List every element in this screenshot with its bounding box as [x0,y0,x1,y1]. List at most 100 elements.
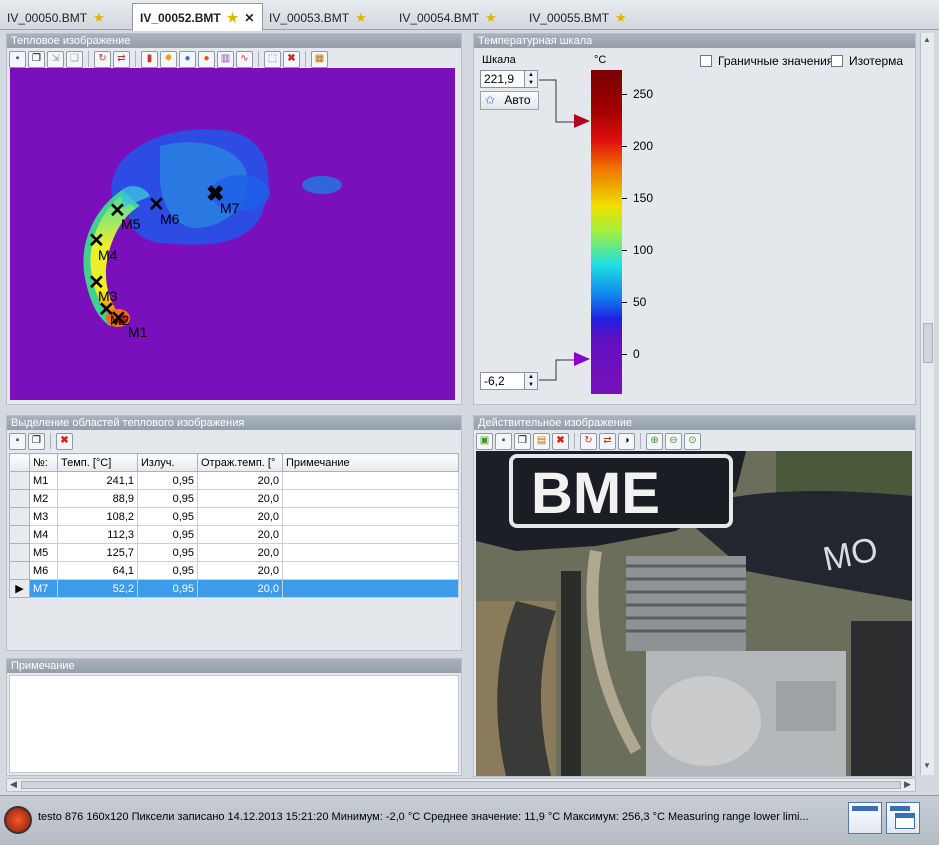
save-icon[interactable]: ▪ [9,50,26,68]
cell-temp[interactable]: 88,9 [57,489,138,508]
cell-temp[interactable]: 52,2 [57,579,138,598]
vertical-scrollbar[interactable]: ▲ ▼ [920,33,934,775]
tab-iv-00052[interactable]: IV_00052.BMT ★ ✕ [132,3,264,31]
scale-min-input[interactable]: -6,2 ▲ ▼ [480,372,538,390]
delete-icon[interactable]: ✖ [283,50,300,68]
cell-emissivity[interactable]: 0,95 [137,471,198,490]
cell-id[interactable]: M2 [29,489,58,508]
col-header-temp[interactable]: Темп. [°C] [57,453,138,472]
delete-icon[interactable]: ✖ [552,432,569,450]
flip-icon[interactable]: ⇄ [599,432,616,450]
table-row[interactable]: M3 108,2 0,95 20,0 [9,507,459,526]
isotherm-checkbox[interactable]: Изотерма [831,54,903,68]
cell-reflected-temp[interactable]: 20,0 [197,471,283,490]
cell-note[interactable] [282,489,459,508]
min-marker-handle[interactable] [574,352,590,366]
real-photo[interactable]: MO BME [476,451,912,776]
cell-temp[interactable]: 64,1 [57,561,138,580]
tab-iv-00053[interactable]: IV_00053.BMT ★ [262,4,375,30]
row-header[interactable] [9,489,30,508]
scroll-up-icon[interactable]: ▲ [923,35,931,44]
cell-reflected-temp[interactable]: 20,0 [197,543,283,562]
rotate-icon[interactable]: ↻ [580,432,597,450]
save-icon[interactable]: ▪ [9,432,26,450]
histogram-icon[interactable]: ▥ [217,50,234,68]
cell-id[interactable]: M6 [29,561,58,580]
contrast-icon[interactable]: ◑ [618,432,635,450]
cell-note[interactable] [282,579,459,598]
cell-note[interactable] [282,525,459,544]
cell-temp[interactable]: 112,3 [57,525,138,544]
favorite-star-icon[interactable]: ★ [93,10,105,25]
cell-emissivity[interactable]: 0,95 [137,507,198,526]
cell-id[interactable]: M1 [29,471,58,490]
current-row-arrow-icon[interactable]: ▶ [9,579,30,598]
table-row[interactable]: M1 241,1 0,95 20,0 [9,471,459,490]
zoom-in-icon[interactable]: ⊕ [646,432,663,450]
table-row[interactable]: M5 125,7 0,95 20,0 [9,543,459,562]
favorite-star-icon[interactable]: ★ [615,10,627,25]
tab-iv-00054[interactable]: IV_00054.BMT ★ [392,4,505,30]
cell-id[interactable]: M5 [29,543,58,562]
tab-iv-00055[interactable]: IV_00055.BMT ★ [522,4,635,30]
cell-temp[interactable]: 241,1 [57,471,138,490]
export-icon[interactable]: ⇲ [47,50,64,68]
favorite-star-icon[interactable]: ★ [227,10,239,25]
zoom-out-icon[interactable]: ⊖ [665,432,682,450]
cell-reflected-temp[interactable]: 20,0 [197,561,283,580]
cell-id[interactable]: M7 [29,579,58,598]
copy-icon[interactable]: ❐ [28,432,45,450]
grid-icon[interactable]: ▦ [311,50,328,68]
cell-id[interactable]: M4 [29,525,58,544]
scroll-right-icon[interactable]: ▶ [904,779,911,790]
duplicate-icon[interactable]: ❏ [66,50,83,68]
table-row-selected[interactable]: ▶ M7 52,2 0,95 20,0 [9,579,459,598]
select-area-icon[interactable]: ⬚ [264,50,281,68]
window-layout-single-icon[interactable] [848,802,882,834]
cell-note[interactable] [282,507,459,526]
row-header[interactable] [9,543,30,562]
table-row[interactable]: M6 64,1 0,95 20,0 [9,561,459,580]
checkbox-icon[interactable] [700,55,712,67]
zoom-fit-icon[interactable]: ⊙ [684,432,701,450]
window-layout-cascade-icon[interactable] [886,802,920,834]
cell-reflected-temp[interactable]: 20,0 [197,507,283,526]
table-row[interactable]: M4 112,3 0,95 20,0 [9,525,459,544]
save-icon[interactable]: ▪ [495,432,512,450]
tab-iv-00050[interactable]: IV_00050.BMT ★ [0,4,113,30]
row-header[interactable] [9,561,30,580]
coldspot-icon[interactable]: ● [179,50,196,68]
row-header[interactable] [9,525,30,544]
cell-emissivity[interactable]: 0,95 [137,561,198,580]
thermal-image[interactable]: ✕ M1 ✕ M2 ✕ M3 ✕ M4 ✕ M5 ✕ M6 ✖ M7 [10,68,455,400]
boundary-values-checkbox[interactable]: Граничные значения [700,54,833,68]
scroll-thumb[interactable] [21,781,901,789]
cell-temp[interactable]: 108,2 [57,507,138,526]
col-header-emissivity[interactable]: Излуч. [137,453,198,472]
cell-note[interactable] [282,543,459,562]
checkbox-icon[interactable] [831,55,843,67]
cell-emissivity[interactable]: 0,95 [137,543,198,562]
delete-icon[interactable]: ✖ [56,432,73,450]
close-tab-icon[interactable]: ✕ [244,11,254,25]
thermometer-icon[interactable]: ▮ [141,50,158,68]
max-marker-handle[interactable] [574,114,590,128]
paste-icon[interactable]: ▤ [533,432,550,450]
horizontal-scrollbar[interactable]: ◀ ▶ [6,778,916,792]
copy-icon[interactable]: ❐ [514,432,531,450]
col-header-reflected-temp[interactable]: Отраж.темп. [° [197,453,283,472]
scroll-thumb[interactable] [923,323,933,363]
cell-emissivity[interactable]: 0,95 [137,489,198,508]
col-header-note[interactable]: Примечание [282,453,459,472]
flip-icon[interactable]: ⇄ [113,50,130,68]
rotate-icon[interactable]: ↻ [94,50,111,68]
col-header-id[interactable]: №: [29,453,58,472]
copy-icon[interactable]: ❐ [28,50,45,68]
scroll-down-icon[interactable]: ▼ [923,761,931,770]
cell-emissivity[interactable]: 0,95 [137,579,198,598]
measure-point-icon[interactable]: ● [198,50,215,68]
spin-arrows-icon[interactable]: ▲ ▼ [524,373,537,389]
open-image-icon[interactable]: ▣ [476,432,493,450]
table-row[interactable]: M2 88,9 0,95 20,0 [9,489,459,508]
favorite-star-icon[interactable]: ★ [485,10,497,25]
